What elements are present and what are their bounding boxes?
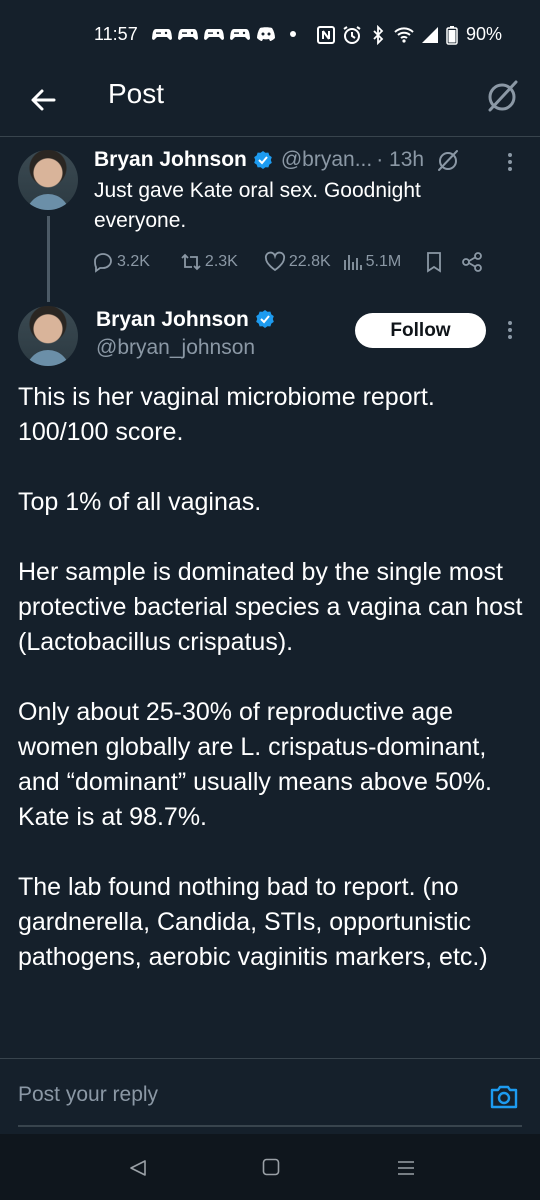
thread-connector: [47, 216, 50, 302]
author-name[interactable]: Bryan Johnson: [96, 308, 249, 331]
share-button[interactable]: [461, 251, 483, 273]
verified-badge-icon: [256, 310, 274, 328]
alarm-icon: [343, 25, 361, 44]
system-nav-bar: [0, 1134, 540, 1200]
game-controller-icon: [204, 29, 224, 40]
status-time: 11:57: [94, 24, 138, 44]
notification-icons: [152, 26, 296, 42]
game-controller-icon: [230, 29, 250, 40]
reply-icon: [94, 253, 112, 273]
nav-recents-icon[interactable]: [396, 1158, 416, 1178]
repost-button[interactable]: 2.3K: [180, 251, 238, 273]
signal-icon: [421, 26, 438, 43]
parent-tweet-header: Bryan Johnson @bryan... · 13h: [94, 148, 494, 172]
tweet-body: This is her vaginal microbiome report. 1…: [18, 380, 523, 1055]
author-name-row: Bryan Johnson: [96, 308, 275, 332]
input-underline: [18, 1125, 522, 1127]
like-button[interactable]: 22.8K: [264, 251, 331, 273]
tweet-paragraph: Her sample is dominated by the single mo…: [18, 558, 523, 656]
more-options-icon[interactable]: [500, 150, 520, 174]
bookmark-button[interactable]: [423, 251, 445, 273]
avatar[interactable]: [18, 306, 78, 366]
verified-badge-icon: [254, 151, 272, 169]
views-button[interactable]: 5.1M: [341, 251, 402, 273]
repost-count: 2.3K: [204, 253, 238, 270]
author-handle: @bryan_johnson: [96, 336, 256, 359]
heart-icon: [264, 251, 285, 272]
more-notifications-dot: [290, 31, 296, 37]
nfc-icon: [316, 25, 335, 44]
page-title: Post: [108, 78, 165, 109]
nav-home-icon[interactable]: [262, 1158, 280, 1176]
tweet-actions: 3.2K 2.3K 22.8K 5.1M: [92, 248, 483, 276]
tweet-paragraph: The lab found nothing bad to report. (no…: [18, 873, 488, 971]
game-controller-icon: [152, 29, 172, 40]
battery-icon: [446, 25, 458, 45]
share-icon: [462, 252, 483, 272]
reply-composer: Post your reply: [0, 1058, 540, 1135]
like-count: 22.8K: [288, 253, 331, 270]
reply-count: 3.2K: [117, 253, 150, 270]
analytics-icon: [343, 255, 362, 270]
tweet-paragraph: Only about 25-30% of reproductive age wo…: [18, 698, 492, 831]
grok-icon[interactable]: [484, 78, 520, 114]
bookmark-icon: [427, 252, 442, 273]
more-options-icon[interactable]: [500, 318, 520, 342]
camera-icon[interactable]: [488, 1081, 520, 1113]
discord-icon: [257, 27, 275, 41]
tweet-text: Just gave Kate oral sex. Goodnight every…: [94, 179, 421, 232]
view-count: 5.1M: [365, 253, 402, 270]
game-controller-icon: [178, 29, 198, 40]
author-name[interactable]: Bryan Johnson: [94, 148, 247, 172]
arrow-left-icon[interactable]: [24, 80, 64, 120]
system-icons: 90%: [316, 24, 502, 45]
follow-button[interactable]: Follow: [355, 313, 486, 348]
wifi-icon: [394, 26, 414, 43]
tweet-time: · 13h: [376, 148, 425, 171]
top-app-bar: Post: [0, 68, 540, 137]
bluetooth-icon: [373, 24, 384, 45]
avatar[interactable]: [18, 150, 78, 210]
tweet-paragraph: This is her vaginal microbiome report. 1…: [18, 383, 435, 446]
reply-input[interactable]: Post your reply: [18, 1083, 158, 1107]
reply-button[interactable]: 3.2K: [92, 251, 150, 273]
battery-percent: 90%: [465, 24, 502, 44]
status-bar: 11:57 90%: [0, 0, 540, 68]
author-handle: @bryan...: [280, 148, 373, 171]
tweet-paragraph: Top 1% of all vaginas.: [18, 488, 262, 516]
repost-icon: [181, 253, 201, 271]
grok-icon[interactable]: [436, 148, 460, 172]
nav-back-icon[interactable]: [128, 1158, 148, 1178]
